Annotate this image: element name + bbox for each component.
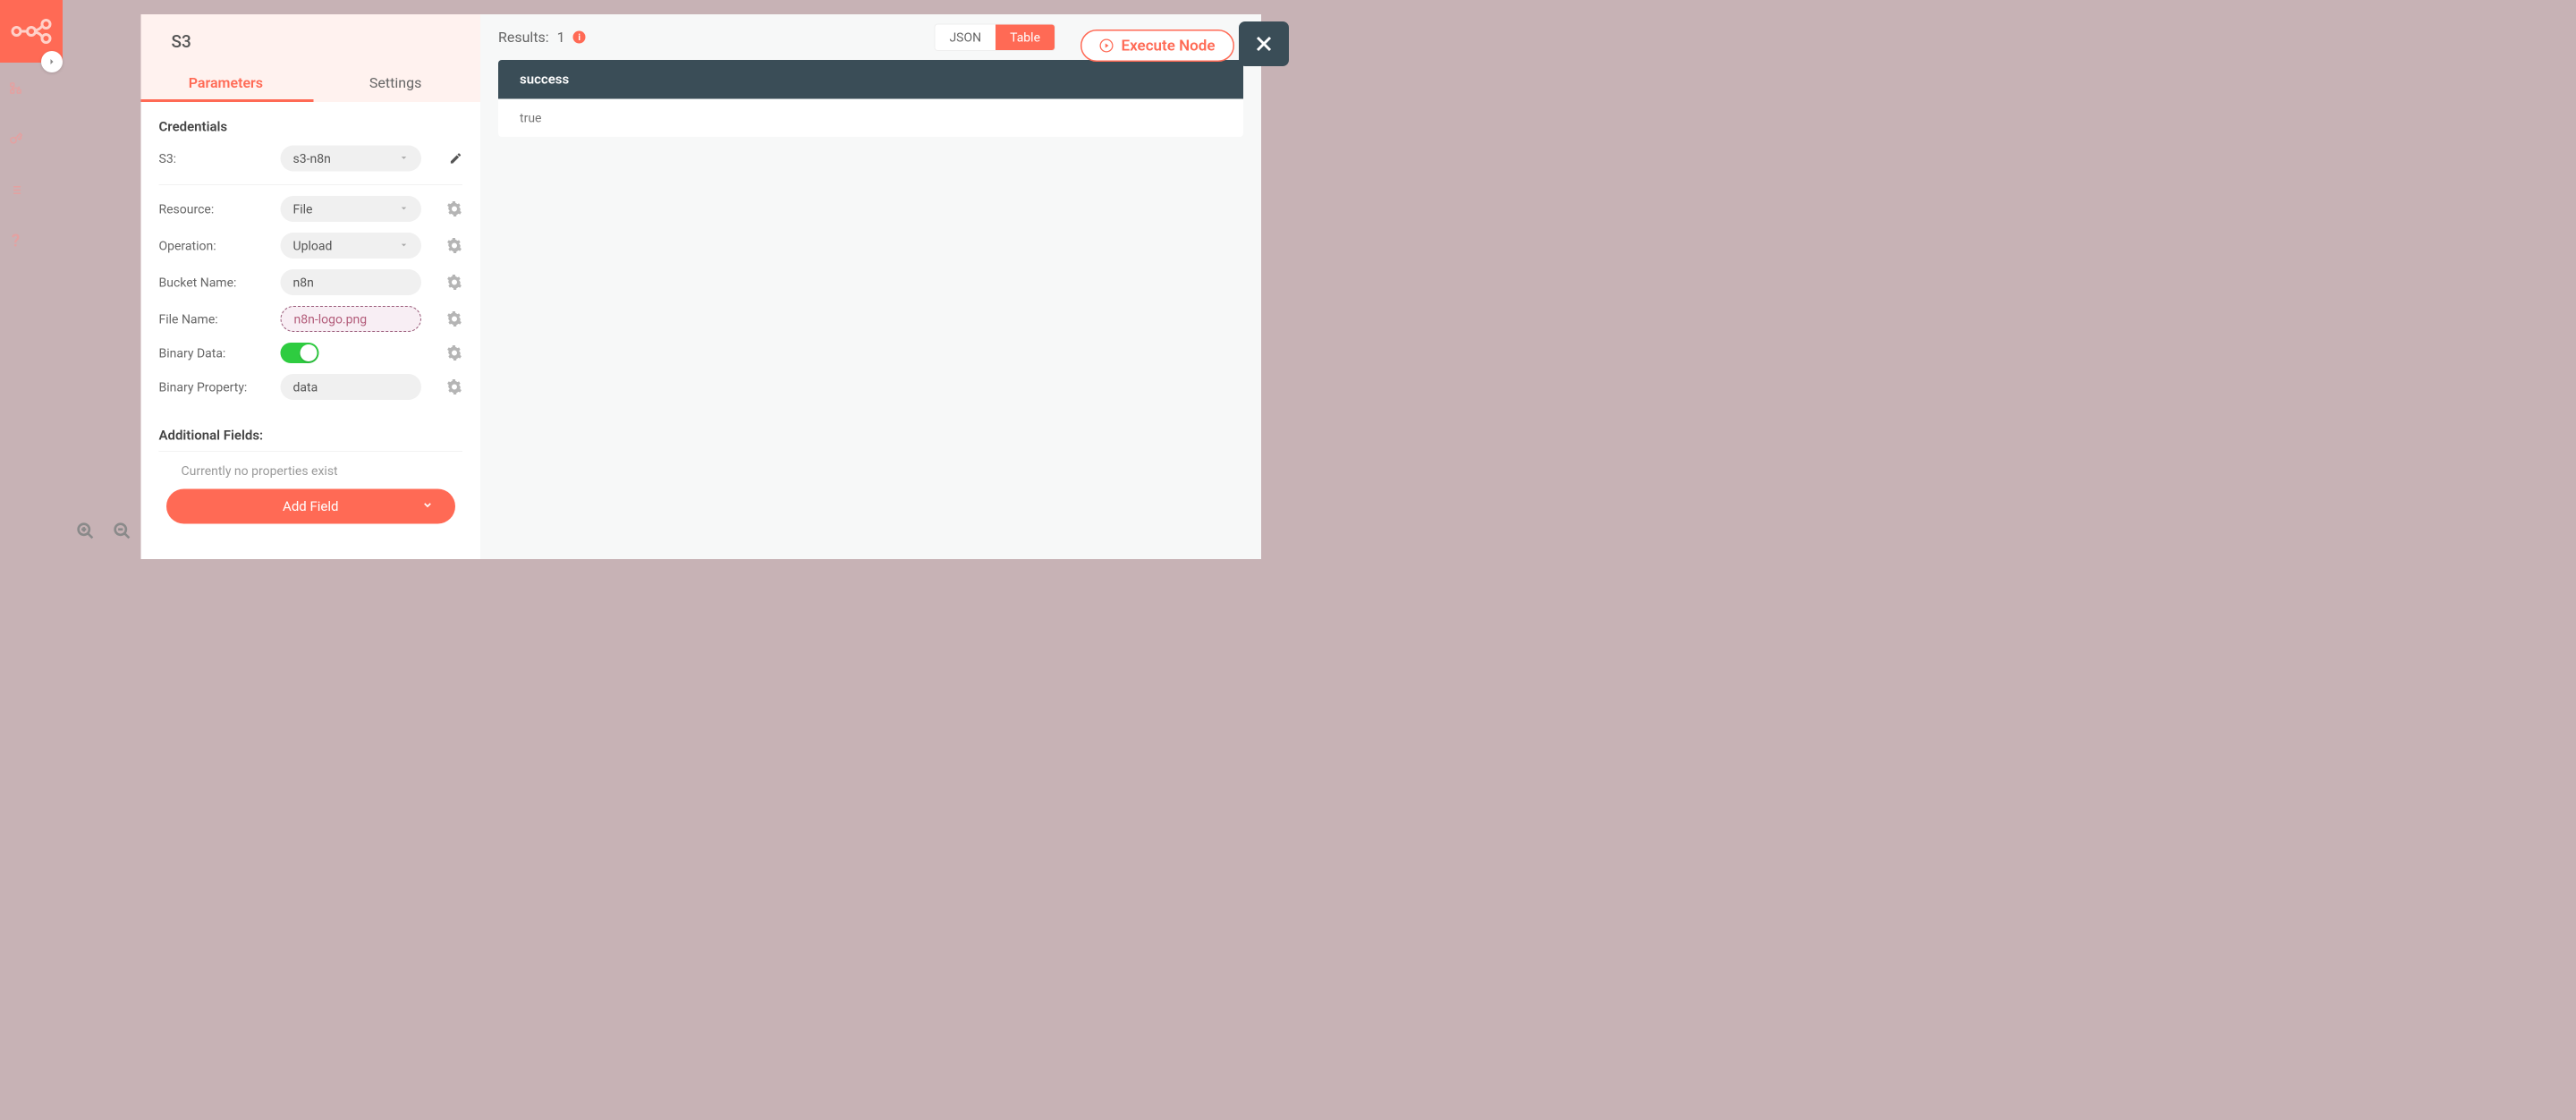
results-count: 1 bbox=[557, 29, 565, 46]
chevron-down-icon bbox=[399, 151, 409, 166]
node-title: S3 bbox=[141, 32, 481, 65]
view-toggle: JSON Table bbox=[934, 23, 1055, 51]
additional-fields-heading: Additional Fields: bbox=[159, 428, 463, 444]
edit-credential-icon[interactable] bbox=[449, 152, 462, 165]
results-cell: true bbox=[498, 99, 1243, 138]
file-name-label: File Name: bbox=[159, 311, 275, 327]
file-name-expression[interactable]: n8n-logo.png bbox=[281, 306, 422, 332]
gear-icon[interactable] bbox=[446, 345, 462, 361]
s3-credential-value: s3-n8n bbox=[293, 151, 331, 166]
resource-select[interactable]: File bbox=[281, 196, 422, 222]
binary-data-toggle[interactable] bbox=[281, 343, 319, 363]
chevron-down-icon bbox=[399, 238, 409, 253]
resource-value: File bbox=[293, 201, 313, 216]
credentials-icon[interactable] bbox=[8, 132, 23, 147]
help-icon[interactable]: ? bbox=[8, 233, 23, 249]
chevron-down-icon bbox=[422, 498, 434, 514]
binary-data-label: Binary Data: bbox=[159, 345, 275, 361]
info-icon[interactable]: i bbox=[573, 31, 586, 44]
workflows-icon[interactable] bbox=[8, 81, 23, 96]
file-name-value: n8n-logo.png bbox=[294, 311, 368, 327]
tab-parameters[interactable]: Parameters bbox=[141, 65, 311, 102]
expand-sidebar-button[interactable] bbox=[41, 51, 63, 72]
operation-select[interactable]: Upload bbox=[281, 233, 422, 259]
gear-icon[interactable] bbox=[446, 275, 462, 291]
chevron-down-icon bbox=[399, 201, 409, 216]
execute-node-label: Execute Node bbox=[1122, 37, 1216, 55]
execute-node-button[interactable]: Execute Node bbox=[1080, 30, 1234, 62]
gear-icon[interactable] bbox=[446, 379, 462, 395]
gear-icon[interactable] bbox=[446, 311, 462, 327]
node-editor-modal: Execute Node S3 Parameters Settings Cred… bbox=[141, 14, 1262, 559]
binary-property-value[interactable] bbox=[293, 379, 410, 395]
operation-value: Upload bbox=[293, 238, 333, 253]
app-logo-tile[interactable] bbox=[0, 0, 63, 63]
results-table: success true bbox=[498, 60, 1243, 137]
bucket-name-value[interactable] bbox=[293, 275, 410, 290]
results-label: Results: bbox=[498, 29, 549, 46]
tab-settings[interactable]: Settings bbox=[310, 65, 480, 102]
zoom-controls bbox=[76, 522, 131, 542]
table-view-button[interactable]: Table bbox=[996, 24, 1055, 50]
parameters-panel: S3 Parameters Settings Credentials S3: s… bbox=[141, 14, 481, 559]
tags-heading: Tags: bbox=[159, 559, 463, 560]
executions-icon[interactable] bbox=[8, 182, 23, 198]
json-view-button[interactable]: JSON bbox=[935, 24, 996, 50]
nav-rail: ? bbox=[0, 81, 31, 249]
binary-property-label: Binary Property: bbox=[159, 379, 275, 395]
n8n-logo-icon bbox=[12, 18, 52, 45]
close-modal-button[interactable] bbox=[1239, 21, 1289, 66]
zoom-out-button[interactable] bbox=[113, 522, 131, 542]
add-field-button[interactable]: Add Field bbox=[166, 489, 455, 524]
gear-icon[interactable] bbox=[446, 238, 462, 254]
empty-properties-text: Currently no properties exist bbox=[159, 456, 463, 489]
bucket-name-label: Bucket Name: bbox=[159, 275, 275, 290]
s3-credential-select[interactable]: s3-n8n bbox=[281, 146, 422, 172]
zoom-in-button[interactable] bbox=[76, 522, 95, 542]
add-field-label: Add Field bbox=[283, 498, 338, 514]
operation-label: Operation: bbox=[159, 238, 275, 253]
gear-icon[interactable] bbox=[446, 201, 462, 217]
s3-credential-label: S3: bbox=[159, 151, 275, 166]
resource-label: Resource: bbox=[159, 201, 275, 216]
binary-property-input[interactable] bbox=[281, 374, 422, 400]
results-column-header: success bbox=[498, 60, 1243, 99]
bucket-name-input[interactable] bbox=[281, 269, 422, 295]
results-panel: Results: 1 i JSON Table success true bbox=[480, 14, 1261, 559]
credentials-heading: Credentials bbox=[159, 119, 463, 135]
